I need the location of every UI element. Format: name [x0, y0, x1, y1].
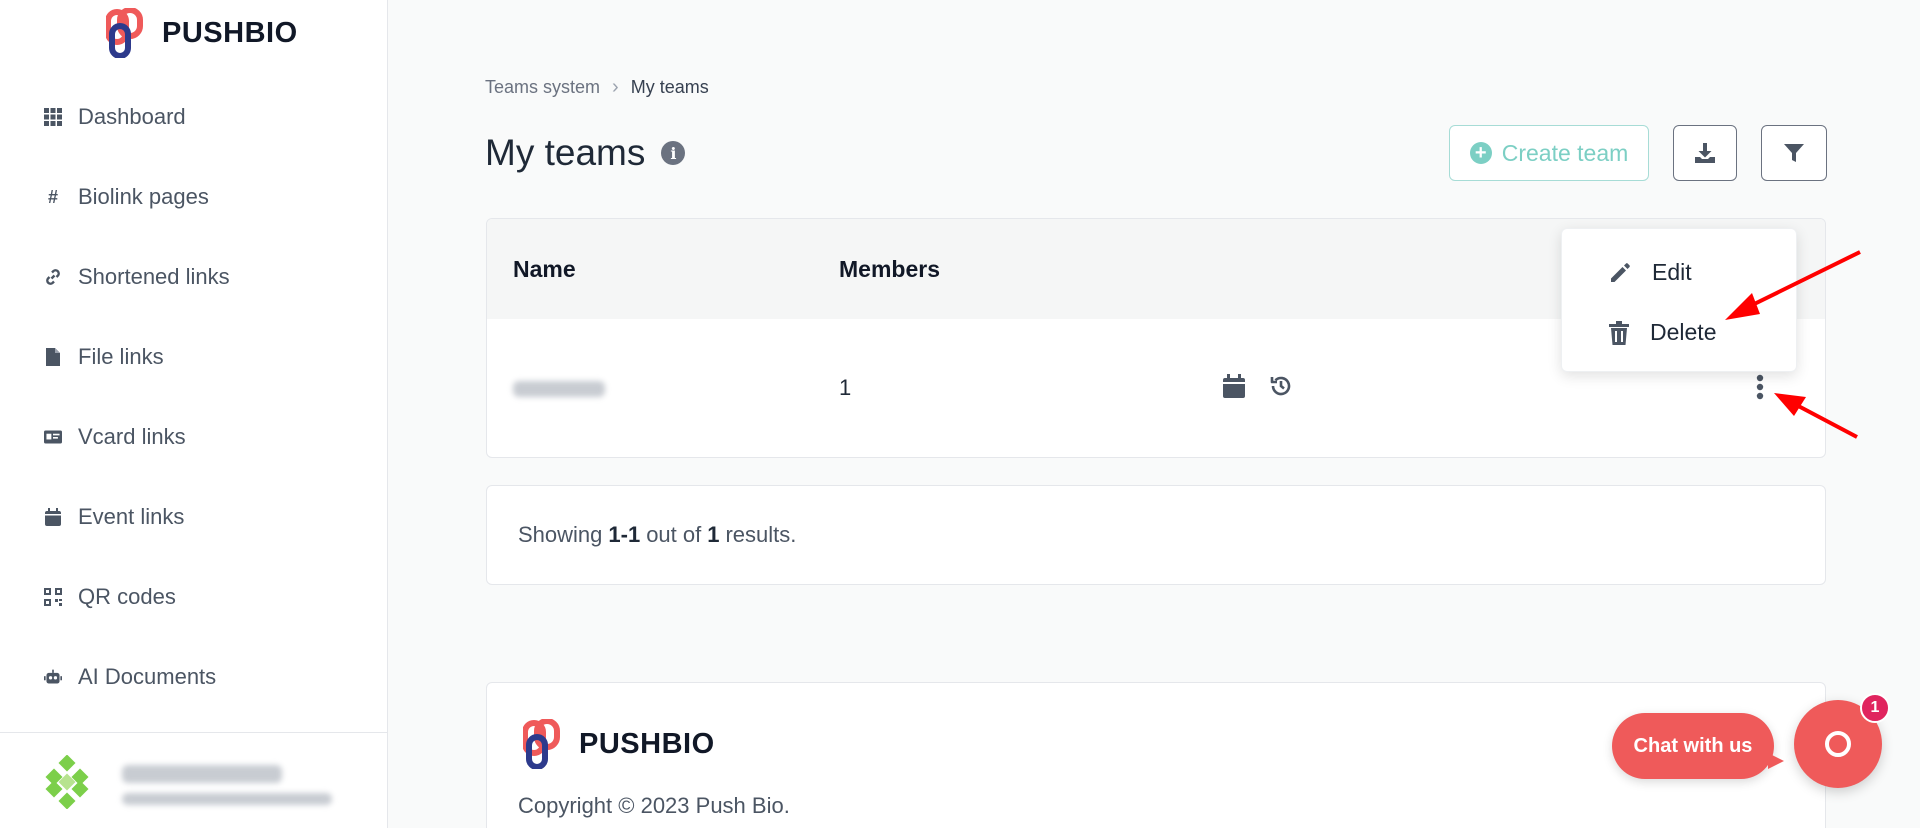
- sidebar-item-shortened-links[interactable]: Shortened links: [0, 237, 388, 317]
- row-actions-menu: Edit Delete: [1561, 228, 1797, 372]
- calendar-icon[interactable]: [1223, 374, 1245, 403]
- sidebar: PUSHBIO Dashboard # Biolink pages Shorte…: [0, 0, 388, 828]
- breadcrumb: Teams system › My teams: [485, 76, 709, 99]
- sidebar-item-qr-codes[interactable]: QR codes: [0, 557, 388, 637]
- chat-with-us-button[interactable]: Chat with us: [1612, 713, 1784, 779]
- results-summary: Showing 1-1 out of 1 results.: [486, 485, 1826, 585]
- pencil-icon: [1611, 262, 1630, 282]
- grid-icon: [44, 108, 62, 126]
- brand-logo[interactable]: PUSHBIO: [106, 8, 298, 58]
- calendar-icon: [44, 508, 62, 526]
- id-card-icon: [44, 428, 62, 446]
- download-icon: [1695, 143, 1715, 163]
- results-range: 1-1: [608, 522, 641, 547]
- link-icon: [44, 268, 62, 286]
- sidebar-item-label: Vcard links: [78, 424, 186, 449]
- delete-menu-item[interactable]: Delete: [1608, 319, 1716, 346]
- sidebar-item-vcard-links[interactable]: Vcard links: [0, 397, 388, 477]
- file-icon: [44, 348, 62, 366]
- sidebar-item-label: AI Documents: [78, 664, 217, 689]
- sidebar-item-label: Shortened links: [78, 264, 230, 289]
- sidebar-item-dashboard[interactable]: Dashboard: [0, 77, 388, 157]
- footer-logo[interactable]: PUSHBIO: [523, 719, 715, 769]
- sidebar-item-ai-documents[interactable]: AI Documents: [0, 637, 388, 717]
- sidebar-item-label: Dashboard: [78, 104, 186, 129]
- sidebar-item-file-links[interactable]: File links: [0, 317, 388, 397]
- results-middle: out of: [646, 522, 702, 547]
- breadcrumb-parent-link[interactable]: Teams system: [485, 77, 600, 98]
- copyright-text: Copyright © 2023 Push Bio.: [518, 793, 790, 818]
- trash-icon: [1609, 320, 1629, 345]
- brand-name: PUSHBIO: [162, 16, 298, 49]
- chat-bubble-icon: [1825, 731, 1851, 757]
- sidebar-item-event-links[interactable]: Event links: [0, 477, 388, 557]
- filter-button[interactable]: [1761, 125, 1827, 181]
- qrcode-icon: [44, 588, 62, 606]
- notification-badge: 1: [1860, 693, 1890, 723]
- results-prefix: Showing: [518, 522, 603, 547]
- pushbio-logo-icon: [523, 719, 560, 769]
- sidebar-item-label: QR codes: [78, 584, 176, 609]
- page-title: My teams: [485, 132, 646, 173]
- team-members-count: 1: [839, 375, 852, 400]
- breadcrumb-current: My teams: [630, 77, 709, 97]
- chat-label: Chat with us: [1633, 734, 1753, 757]
- create-team-label: Create team: [1501, 139, 1629, 166]
- user-info-redacted: [122, 765, 332, 815]
- filter-icon: [1784, 144, 1804, 162]
- edit-menu-item[interactable]: Edit: [1608, 259, 1692, 286]
- results-suffix: results.: [725, 522, 797, 547]
- column-header-members: Members: [839, 255, 940, 282]
- sidebar-item-label: File links: [78, 344, 164, 369]
- more-options-icon[interactable]: [1755, 374, 1765, 405]
- page-title-row: My teams i: [485, 132, 686, 174]
- hash-icon: #: [47, 186, 58, 207]
- info-icon[interactable]: i: [661, 141, 686, 165]
- pushbio-logo-icon: [106, 8, 143, 58]
- download-button[interactable]: [1673, 125, 1737, 181]
- sidebar-nav: Dashboard # Biolink pages Shortened link…: [0, 77, 388, 717]
- user-panel[interactable]: [0, 732, 388, 828]
- sidebar-item-label: Biolink pages: [78, 184, 209, 209]
- create-team-button[interactable]: + Create team: [1449, 125, 1649, 181]
- team-name-redacted: [513, 381, 605, 407]
- footer-brand-name: PUSHBIO: [579, 727, 715, 760]
- avatar: [45, 755, 89, 809]
- history-icon[interactable]: [1269, 374, 1293, 403]
- sidebar-item-biolink-pages[interactable]: # Biolink pages: [0, 157, 388, 237]
- results-total: 1: [707, 522, 720, 547]
- edit-label: Edit: [1652, 259, 1692, 285]
- plus-circle-icon: +: [1469, 142, 1492, 164]
- chevron-right-icon: ›: [612, 76, 619, 98]
- robot-icon: [44, 668, 62, 686]
- column-header-name: Name: [513, 255, 576, 282]
- delete-label: Delete: [1650, 319, 1717, 345]
- sidebar-item-label: Event links: [78, 504, 185, 529]
